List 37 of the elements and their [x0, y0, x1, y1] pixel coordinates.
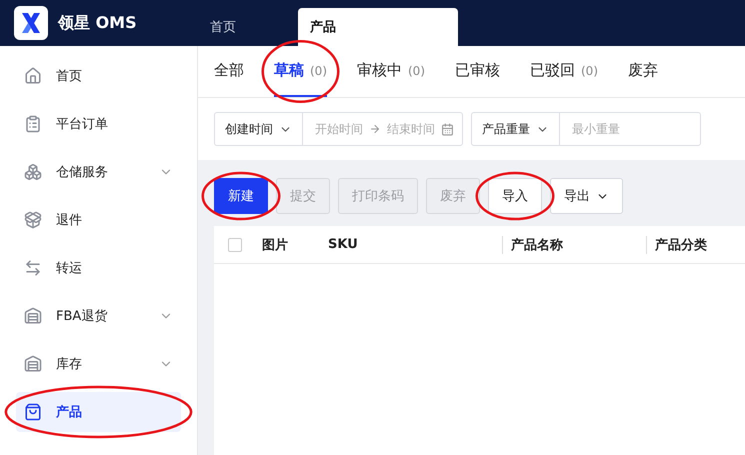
- sidebar-item[interactable]: 仓储服务: [16, 152, 181, 192]
- column-header: 产品名称: [502, 236, 646, 254]
- column-header: 图片: [262, 236, 289, 254]
- action-button[interactable]: 新建: [214, 178, 268, 214]
- arrow-right-icon: [369, 123, 381, 135]
- sidebar-item[interactable]: 首页: [16, 56, 181, 96]
- action-button[interactable]: 导入: [488, 178, 542, 214]
- status-tab[interactable]: 已审核: [455, 46, 500, 97]
- status-tab[interactable]: 全部: [214, 46, 244, 97]
- home-icon: [24, 67, 42, 85]
- bag-icon: [24, 403, 42, 421]
- select-all-checkbox[interactable]: [228, 238, 242, 252]
- sidebar-item[interactable]: 产品: [16, 392, 181, 432]
- app-title: 领星 OMS: [58, 12, 137, 34]
- sidebar-item[interactable]: 平台订单: [16, 104, 181, 144]
- page-tab[interactable]: 首页: [198, 8, 298, 46]
- arrows-icon: [24, 259, 42, 277]
- page-tab[interactable]: 产品: [298, 8, 458, 46]
- status-tab[interactable]: 已驳回 (0): [530, 46, 598, 97]
- clipboard-icon: [24, 115, 42, 133]
- sidebar-item[interactable]: 转运: [16, 248, 181, 288]
- status-tab[interactable]: 废弃: [628, 46, 658, 97]
- column-header: SKU: [328, 237, 359, 252]
- date-range-filter[interactable]: 创建时间 开始时间 结束时间: [214, 112, 463, 146]
- warehouse-icon: [24, 307, 42, 325]
- column-header: 产品分类: [646, 236, 745, 254]
- box-icon: [24, 211, 42, 229]
- sidebar-item[interactable]: 库存: [16, 344, 181, 384]
- status-tab[interactable]: 审核中 (0): [357, 46, 425, 97]
- sidebar-item[interactable]: FBA退货: [16, 296, 181, 336]
- logo-icon: [14, 6, 48, 40]
- boxes-icon: [24, 163, 42, 181]
- calendar-icon: [441, 122, 454, 136]
- sidebar-item[interactable]: 退件: [16, 200, 181, 240]
- action-button[interactable]: 导出: [550, 178, 623, 214]
- weight-filter[interactable]: 产品重量 最小重量: [471, 112, 701, 146]
- warehouse-icon: [24, 355, 42, 373]
